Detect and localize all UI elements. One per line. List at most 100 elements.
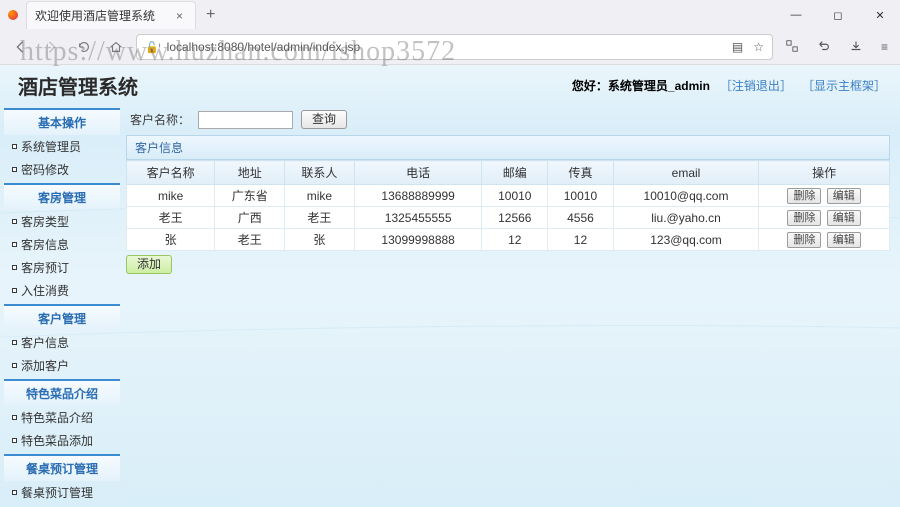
sidebar-item[interactable]: 餐桌预订管理 — [4, 481, 120, 504]
sidebar-item-label: 餐桌预订管理 — [21, 484, 93, 501]
table-cell: 10010 — [482, 185, 548, 207]
browser-tab[interactable]: 欢迎使用酒店管理系统 × — [26, 1, 196, 29]
table-header: 传真 — [548, 161, 614, 185]
table-cell: 老王 — [215, 229, 285, 251]
sidebar-item-label: 密码修改 — [21, 161, 69, 178]
table-cell: 广东省 — [215, 185, 285, 207]
sidebar-item[interactable]: 系统管理员 — [4, 135, 120, 158]
sidebar-item-label: 添加客户 — [21, 357, 69, 374]
edit-button[interactable]: 编辑 — [827, 188, 861, 204]
back-button[interactable] — [8, 35, 32, 59]
bullet-icon — [12, 265, 17, 270]
table-cell: 1325455555 — [354, 207, 482, 229]
bullet-icon — [12, 144, 17, 149]
bullet-icon — [12, 363, 17, 368]
delete-button[interactable]: 删除 — [787, 232, 821, 248]
window-maximize-button[interactable]: ◻ — [818, 1, 858, 29]
reader-mode-icon[interactable]: ▤ — [732, 40, 743, 54]
browser-chrome: 欢迎使用酒店管理系统 × + ― ◻ ✕ 🔓ⁱ localhost:8080/h… — [0, 0, 900, 65]
table-cell: 老王 — [285, 207, 355, 229]
table-cell: 12 — [548, 229, 614, 251]
refresh-button[interactable] — [72, 35, 96, 59]
customer-table: 客户名称地址联系人电话邮编传真email操作 mike广东省mike136888… — [126, 160, 890, 251]
firefox-logo-icon — [8, 10, 18, 20]
sidebar-item[interactable]: 添加客户 — [4, 354, 120, 377]
search-button[interactable]: 查询 — [301, 110, 347, 129]
customer-name-input[interactable] — [198, 111, 293, 129]
table-header: 邮编 — [482, 161, 548, 185]
table-cell: 广西 — [215, 207, 285, 229]
sidebar-item-label: 客房类型 — [21, 213, 69, 230]
table-header: email — [613, 161, 758, 185]
edit-button[interactable]: 编辑 — [827, 232, 861, 248]
sidebar-group-head[interactable]: 客户管理 — [4, 304, 120, 331]
sidebar-item[interactable]: 客房预订 — [4, 256, 120, 279]
app-container: 酒店管理系统 您好：系统管理员_admin ［注销退出］ ［显示主框架］ 基本操… — [0, 65, 900, 507]
table-cell: 13099998888 — [354, 229, 482, 251]
sidebar-item[interactable]: 客户信息 — [4, 331, 120, 354]
window-close-button[interactable]: ✕ — [860, 1, 900, 29]
close-tab-icon[interactable]: × — [172, 9, 187, 23]
app-title: 酒店管理系统 — [18, 71, 138, 100]
edit-button[interactable]: 编辑 — [827, 210, 861, 226]
table-cell: 10010@qq.com — [613, 185, 758, 207]
table-header: 电话 — [354, 161, 482, 185]
save-icon[interactable] — [845, 37, 867, 58]
sidebar-group-head[interactable]: 餐桌预订管理 — [4, 454, 120, 481]
table-cell: mike — [127, 185, 215, 207]
table-cell: liu.@yaho.cn — [613, 207, 758, 229]
sidebar-item-label: 客户信息 — [21, 334, 69, 351]
table-cell: 4556 — [548, 207, 614, 229]
bookmark-star-icon[interactable]: ☆ — [753, 40, 764, 54]
table-cell: 张 — [127, 229, 215, 251]
sidebar-group-head[interactable]: 基本操作 — [4, 108, 120, 135]
sidebar-item[interactable]: 密码修改 — [4, 158, 120, 181]
delete-button[interactable]: 删除 — [787, 210, 821, 226]
url-text: localhost:8080/hotel/admin/index.jsp — [167, 40, 360, 54]
home-button[interactable] — [104, 35, 128, 59]
table-cell: 10010 — [548, 185, 614, 207]
delete-button[interactable]: 删除 — [787, 188, 821, 204]
main-panel: 客户名称： 查询 客户信息 客户名称地址联系人电话邮编传真email操作 mik… — [120, 104, 900, 507]
menu-icon[interactable]: ≡ — [877, 38, 892, 56]
forward-button[interactable] — [40, 35, 64, 59]
sidebar-item[interactable]: 特色菜品介绍 — [4, 406, 120, 429]
sidebar-item-label: 入住消费 — [21, 282, 69, 299]
table-cell: 张 — [285, 229, 355, 251]
show-frame-link[interactable]: ［显示主框架］ — [802, 77, 886, 94]
bullet-icon — [12, 219, 17, 224]
lock-icon: 🔓ⁱ — [145, 41, 161, 54]
new-tab-button[interactable]: + — [196, 6, 225, 24]
logout-link[interactable]: ［注销退出］ — [720, 77, 792, 94]
bullet-icon — [12, 167, 17, 172]
add-button[interactable]: 添加 — [126, 255, 172, 274]
table-cell: 老王 — [127, 207, 215, 229]
bullet-icon — [12, 288, 17, 293]
section-title: 客户信息 — [126, 135, 890, 160]
screenshot-icon[interactable] — [781, 37, 803, 58]
table-cell: 13688889999 — [354, 185, 482, 207]
table-header: 客户名称 — [127, 161, 215, 185]
bullet-icon — [12, 490, 17, 495]
sidebar-item-label: 客房预订 — [21, 259, 69, 276]
search-row: 客户名称： 查询 — [126, 108, 890, 135]
table-cell: 12566 — [482, 207, 548, 229]
table-cell: 123@qq.com — [613, 229, 758, 251]
table-header: 联系人 — [285, 161, 355, 185]
sidebar-item[interactable]: 客房信息 — [4, 233, 120, 256]
sidebar-item[interactable]: 特色菜品添加 — [4, 429, 120, 452]
search-label: 客户名称： — [130, 111, 190, 128]
undo-icon[interactable] — [813, 37, 835, 58]
table-header: 地址 — [215, 161, 285, 185]
sidebar-item[interactable]: 入住消费 — [4, 279, 120, 302]
user-greeting: 您好：系统管理员_admin — [572, 77, 710, 94]
window-minimize-button[interactable]: ― — [776, 1, 816, 29]
table-header: 操作 — [759, 161, 890, 185]
sidebar-group-head[interactable]: 特色菜品介绍 — [4, 379, 120, 406]
sidebar-item-label: 特色菜品添加 — [21, 432, 93, 449]
sidebar-item[interactable]: 客房类型 — [4, 210, 120, 233]
bullet-icon — [12, 242, 17, 247]
sidebar-group-head[interactable]: 客房管理 — [4, 183, 120, 210]
address-bar[interactable]: 🔓ⁱ localhost:8080/hotel/admin/index.jsp … — [136, 34, 773, 60]
table-cell: mike — [285, 185, 355, 207]
